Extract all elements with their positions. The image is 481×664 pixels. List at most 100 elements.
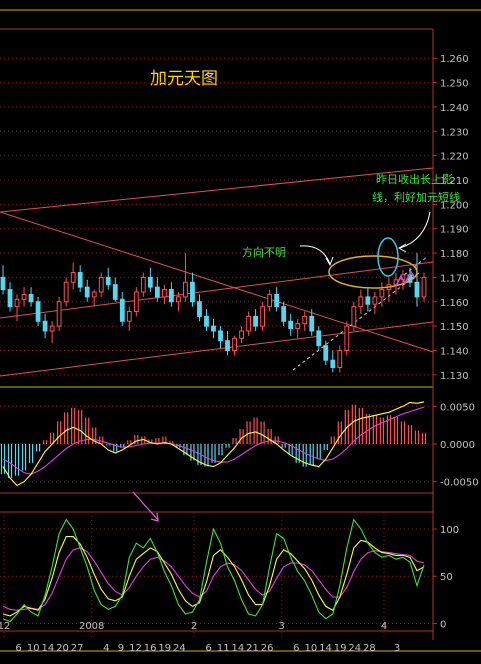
candle-body (260, 306, 266, 327)
x-date-label: 16 (144, 643, 157, 654)
candle-body (161, 289, 167, 298)
x-date-label: 3 (394, 643, 400, 654)
x-date-label: 6 (205, 643, 211, 654)
candle-body (133, 291, 139, 313)
candle-body (21, 293, 27, 300)
candle-body (42, 320, 48, 332)
candle-body (84, 286, 90, 298)
x-date-label: 11 (217, 643, 230, 654)
candle-body (323, 345, 329, 361)
candle-body (344, 325, 350, 351)
x-date-label: 19 (334, 643, 347, 654)
candle-body (330, 359, 336, 369)
x-date-label: 27 (71, 643, 84, 654)
x-date-label: 24 (173, 643, 186, 654)
main-y-tick-label: 1.230 (440, 127, 469, 138)
candle-body (0, 276, 6, 291)
main-y-tick-label: 1.140 (440, 346, 469, 357)
candle-body (358, 296, 364, 308)
candle-body (274, 293, 280, 308)
x-date-label: 21 (246, 643, 259, 654)
candle-body (197, 301, 202, 317)
kdj-y-tick-label: 100 (440, 525, 459, 536)
candle-body (211, 325, 216, 332)
annotation-long-upper-shadow-line1: 昨日收出长上影 (376, 172, 453, 186)
candle-body (28, 293, 34, 303)
candle-body (246, 315, 251, 332)
candle-body (372, 296, 378, 305)
x-date-label: 28 (363, 643, 376, 654)
candle-body (421, 276, 427, 298)
candle-body (204, 315, 209, 327)
main-y-tick-label: 1.130 (440, 371, 469, 382)
macd-y-tick-label: 0.0050 (440, 402, 475, 413)
x-date-label: 24 (348, 643, 361, 654)
candle-body (98, 276, 104, 293)
candle-body (281, 306, 287, 322)
candle-body (105, 276, 111, 286)
candle-body (232, 337, 237, 351)
candle-body (225, 340, 230, 351)
annotation-long-upper-shadow-line2: 线，利好加元短线 (372, 190, 460, 204)
main-y-tick-label: 1.150 (440, 322, 469, 333)
x-date-label: 2 (191, 621, 197, 632)
candle-body (77, 272, 83, 288)
main-y-tick-label: 1.170 (440, 273, 469, 284)
x-date-label: 14 (41, 643, 54, 654)
x-date-label: 4 (381, 621, 387, 632)
candle-body (112, 284, 118, 300)
candle-body (119, 298, 125, 322)
x-date-label: 10 (27, 643, 40, 654)
candle-body (239, 330, 244, 339)
candle-body (337, 349, 343, 369)
main-y-tick-label: 1.260 (440, 54, 469, 65)
main-chart-title: 加元天图 (150, 69, 218, 89)
x-date-label: 14 (319, 643, 332, 654)
main-y-tick-label: 1.180 (440, 249, 469, 260)
x-date-label: 14 (231, 643, 244, 654)
main-y-tick-label: 1.250 (440, 79, 469, 90)
main-y-tick-label: 1.240 (440, 103, 469, 114)
candle-body (183, 281, 188, 298)
candle-body (309, 315, 315, 332)
candle-body (70, 272, 76, 283)
macd-y-tick-label: 0.0000 (440, 440, 475, 451)
candle-body (253, 315, 258, 327)
x-date-label: 9 (118, 643, 124, 654)
chart-root: 加元天图 1.260 1.250 1.240 1.230 1.220 1.210 1.200… (0, 0, 481, 660)
candle-body (14, 298, 20, 308)
candle-body (295, 323, 301, 330)
candle-body (351, 306, 357, 327)
x-date-label: 19 (158, 643, 171, 654)
macd-y-tick-label: -0.0050 (440, 478, 479, 489)
main-y-tick-label: 1.220 (440, 152, 469, 163)
candle-body (126, 311, 132, 322)
candle-body (169, 289, 174, 303)
candle-body (414, 281, 420, 298)
x-date-label: 6 (15, 643, 21, 654)
candle-body (7, 289, 13, 308)
x-date-label: 12 (129, 643, 142, 654)
kdj-y-tick-label: 0 (440, 619, 446, 630)
candle-body (140, 276, 146, 293)
annotation-direction-unclear: 方向不明 (242, 245, 286, 259)
x-date-label: 4 (103, 643, 109, 654)
candle-body (288, 320, 294, 330)
candle-body (267, 293, 273, 308)
candle-body (302, 315, 308, 325)
candle-body (91, 291, 97, 298)
candle-body (49, 325, 55, 332)
chart-svg: 加元天图 1.2601.2501.2401.2301.2201.2101.200… (0, 0, 481, 660)
candle-body (218, 330, 223, 342)
candle-body (35, 301, 41, 322)
x-date-label: 26 (261, 643, 274, 654)
x-date-label: 10 (305, 643, 318, 654)
x-date-label: 2008 (79, 621, 104, 632)
candle-body (365, 296, 371, 305)
x-date-label: 20 (56, 643, 69, 654)
candle-body (56, 301, 62, 327)
candle-body (176, 296, 181, 303)
candle-body (316, 330, 322, 347)
x-date-label: 6 (293, 643, 299, 654)
kdj-y-tick-label: 50 (440, 572, 453, 583)
